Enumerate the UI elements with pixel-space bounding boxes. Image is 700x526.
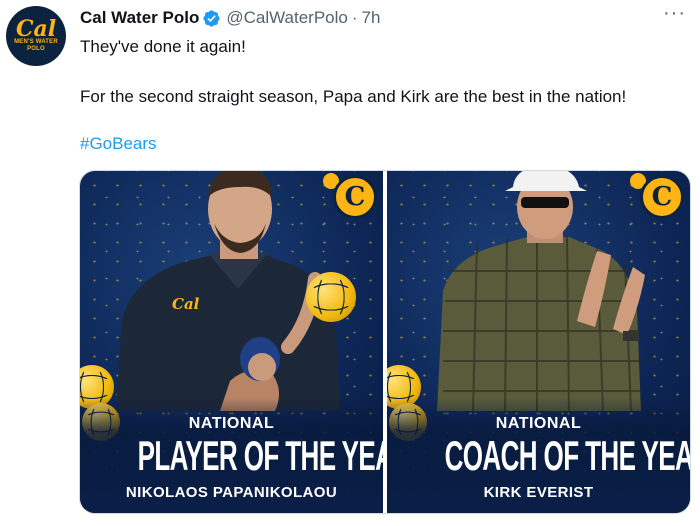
hashtag-link[interactable]: #GoBears: [80, 134, 157, 154]
more-options-icon[interactable]: ···: [663, 2, 686, 25]
tweet-header: Cal Water Polo @CalWaterPolo · 7h: [80, 8, 380, 28]
author-handle[interactable]: @CalWaterPolo: [226, 8, 348, 28]
avatar-subtitle: MEN'S WATER POLO: [14, 39, 58, 52]
award-title: PLAYER OF THE YEAR: [137, 432, 383, 479]
award-title: COACH OF THE YEAR: [444, 432, 690, 479]
water-polo-ball: [306, 272, 356, 322]
avatar-logo-text: Cal: [15, 16, 57, 42]
coach-photo: [437, 171, 645, 411]
media-image-coach[interactable]: C NATIONAL COACH OF THE YEAR KIRK EVERIS…: [387, 171, 690, 513]
author-name[interactable]: Cal Water Polo: [80, 8, 199, 28]
profile-avatar[interactable]: Cal MEN'S WATER POLO: [6, 6, 66, 66]
tweet-media-grid: C Cal NATIONAL PLAYER OF THE YEAR NIKOLA…: [79, 170, 691, 514]
separator-dot: ·: [351, 8, 358, 27]
media-image-player[interactable]: C Cal NATIONAL PLAYER OF THE YEAR NIKOLA…: [80, 171, 383, 513]
award-recipient-name: NIKOLAOS PAPANIKOLAOU: [125, 484, 338, 501]
tweet-text-line-1: They've done it again!: [80, 37, 246, 56]
tweet-timestamp[interactable]: 7h: [362, 8, 381, 28]
jersey-logo: Cal: [172, 295, 200, 313]
award-recipient-name: KIRK EVERIST: [483, 484, 594, 501]
tweet-text-line-2: For the second straight season, Papa and…: [80, 87, 627, 106]
verified-badge-icon: [203, 9, 220, 27]
